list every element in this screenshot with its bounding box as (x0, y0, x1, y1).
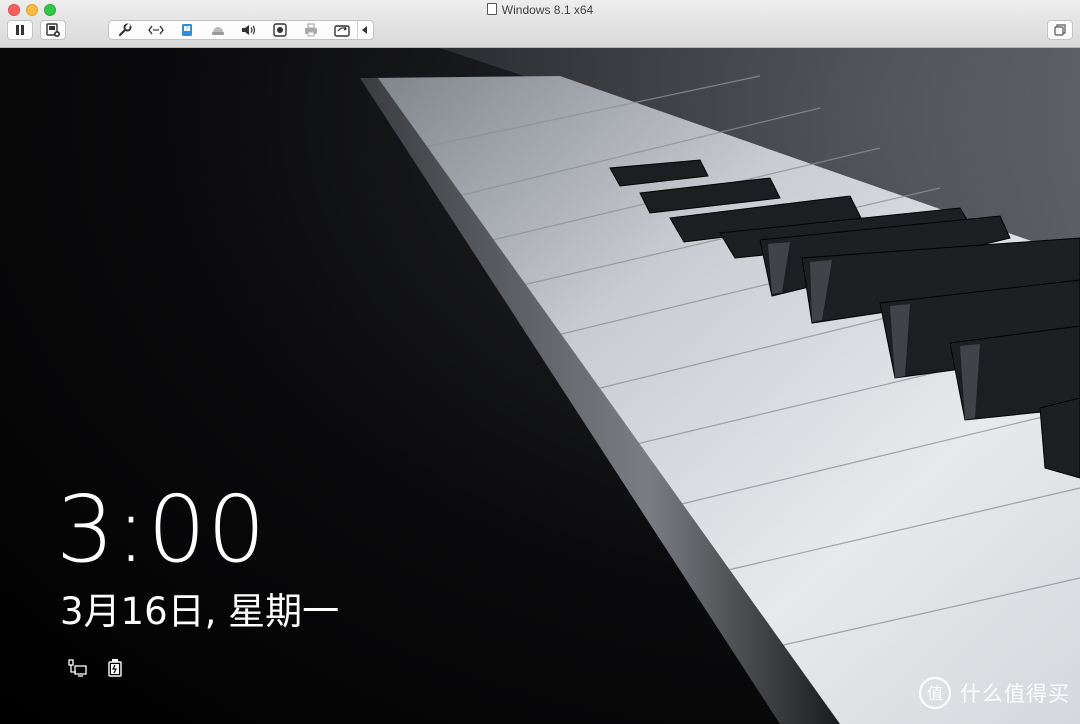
svg-text:?: ? (185, 27, 188, 33)
battery-status-icon (106, 658, 124, 678)
window-title: Windows 8.1 x64 (0, 3, 1080, 17)
pause-button[interactable] (7, 20, 33, 40)
watermark-text: 什么值得买 (960, 682, 1070, 706)
fullscreen-icon (1054, 24, 1066, 36)
sound-button[interactable] (233, 21, 264, 39)
lock-screen-time: 3:00 (56, 476, 267, 583)
wrench-icon (118, 23, 132, 37)
vm-screen[interactable]: 3:00 3月16日, 星期一 值 什么值得买 (0, 48, 1080, 724)
network-button[interactable] (140, 21, 171, 39)
network-status-icon (68, 658, 88, 678)
printer-button[interactable] (295, 21, 326, 39)
shared-folder-icon (333, 23, 350, 37)
network-icon (147, 25, 164, 35)
device-toolbar: ? (108, 20, 374, 40)
vm-window-titlebar: Windows 8.1 x64 ? (0, 0, 1080, 48)
pause-icon (14, 24, 26, 36)
window-title-text: Windows 8.1 x64 (501, 3, 594, 17)
chevron-left-icon (362, 26, 368, 34)
watermark: 值 什么值得买 (918, 676, 1070, 710)
snapshot-icon (46, 23, 60, 37)
cdrom-icon (211, 24, 225, 36)
lock-screen-date: 3月16日, 星期一 (60, 590, 340, 633)
settings-button[interactable] (109, 21, 140, 39)
cdrom-button[interactable] (202, 21, 233, 39)
usb-drive-icon: ? (181, 23, 193, 37)
camera-icon (272, 23, 287, 37)
shared-folder-button[interactable] (326, 21, 357, 39)
toolbar-collapse-button[interactable] (357, 21, 372, 39)
fullscreen-button[interactable] (1047, 20, 1073, 40)
zhi-logo-icon: 值 (918, 676, 952, 710)
sound-icon (241, 24, 257, 36)
vm-document-icon (486, 3, 497, 15)
svg-text:值: 值 (927, 684, 943, 703)
camera-button[interactable] (264, 21, 295, 39)
usb-drive-button[interactable]: ? (171, 21, 202, 39)
snapshot-button[interactable] (40, 20, 66, 40)
printer-icon (304, 23, 318, 37)
